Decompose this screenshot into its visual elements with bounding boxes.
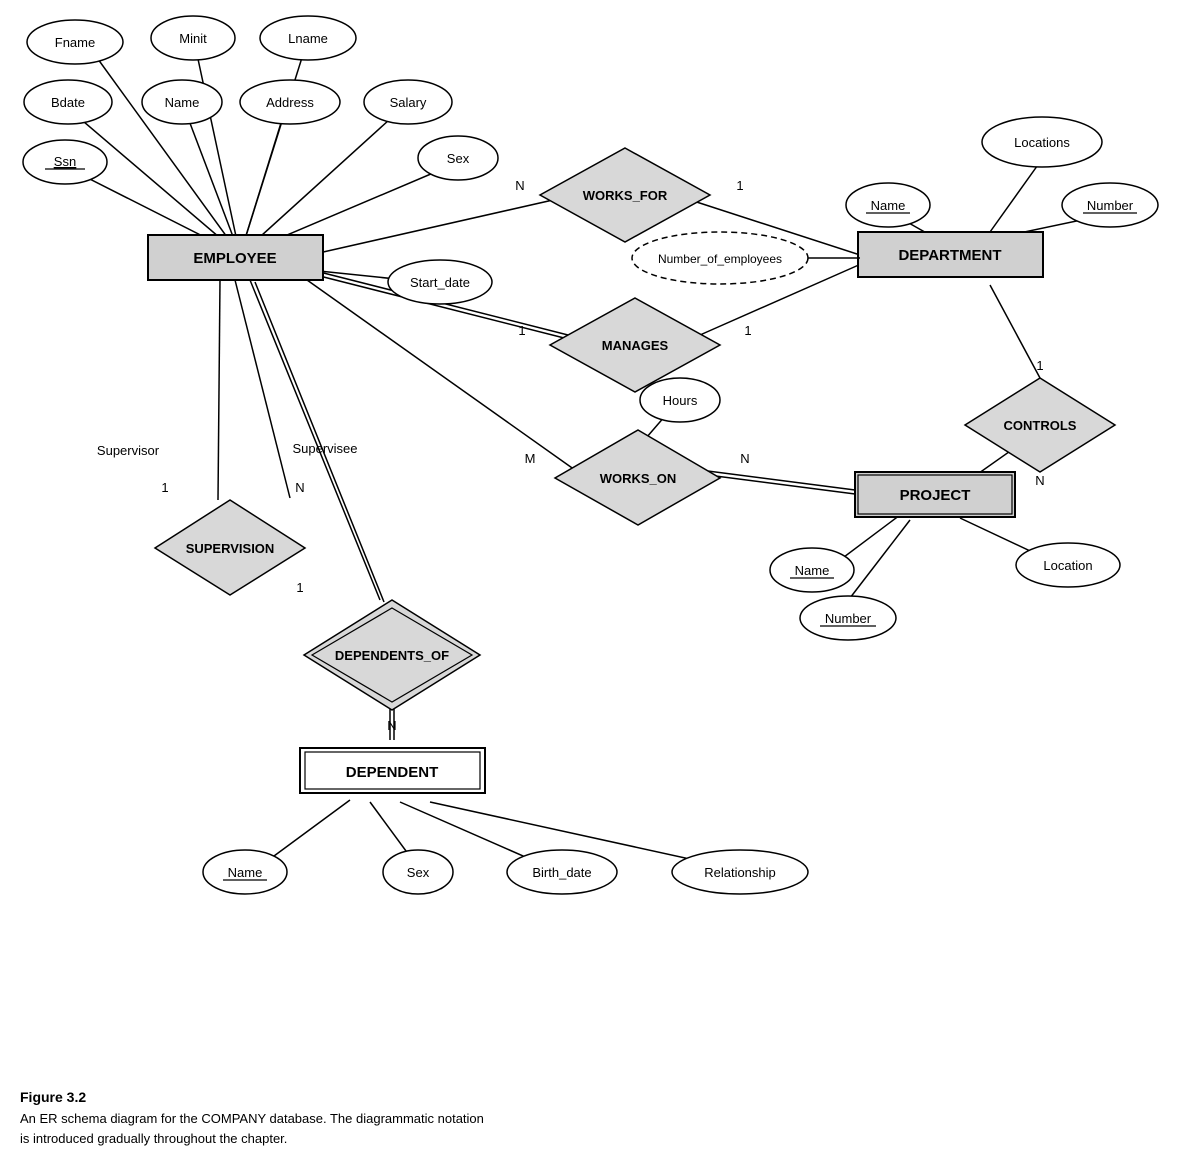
card-1-dependents: 1 [296,580,303,595]
card-1-manages-emp: 1 [518,323,525,338]
attr-hours: Hours [663,393,698,408]
attr-num-employees: Number_of_employees [658,252,782,266]
entity-employee: EMPLOYEE [193,250,276,267]
caption-line2: is introduced gradually throughout the c… [20,1129,720,1149]
attr-dept-name: Name [871,198,906,213]
card-1-controls: 1 [1036,358,1043,373]
card-n-works-for: N [515,178,524,193]
attr-start-date: Start_date [410,275,470,290]
attr-fname: Fname [55,35,95,50]
attr-proj-number: Number [825,611,872,626]
attr-dep-sex: Sex [407,865,430,880]
card-1-supervision: 1 [161,480,168,495]
attr-emp-name: Name [165,95,200,110]
card-1-manages-dept: 1 [744,323,751,338]
caption-title: Figure 3.2 [20,1089,720,1105]
card-n-works-on: N [740,451,749,466]
rel-works-for: WORKS_FOR [583,188,668,203]
attr-proj-location: Location [1043,558,1092,573]
attr-address: Address [266,95,314,110]
card-n-supervision: N [295,480,304,495]
rel-supervision: SUPERVISION [186,541,275,556]
attr-dep-relationship: Relationship [704,865,776,880]
rel-dependents-of: DEPENDENTS_OF [335,648,449,663]
attr-dep-birthdate: Birth_date [532,865,591,880]
attr-lname: Lname [288,31,328,46]
entity-dependent: DEPENDENT [346,764,439,781]
attr-minit: Minit [179,31,207,46]
attr-dept-number: Number [1087,198,1134,213]
rel-works-on: WORKS_ON [600,471,677,486]
attr-proj-name: Name [795,563,830,578]
er-diagram-svg: Fname Minit Lname Bdate Name Address Sal… [0,0,1201,1080]
card-m-works-on: M [525,451,536,466]
label-supervisee: Supervisee [292,441,357,456]
attr-ssn: Ssn [54,154,76,169]
card-n-dependents: N [387,718,396,733]
card-n-controls: N [1035,473,1044,488]
caption-line1: An ER schema diagram for the COMPANY dat… [20,1109,720,1129]
er-diagram-container: Fname Minit Lname Bdate Name Address Sal… [0,0,1201,1080]
attr-dep-name: Name [228,865,263,880]
entity-project: PROJECT [900,487,971,504]
attr-salary: Salary [390,95,427,110]
entity-department: DEPARTMENT [898,247,1001,264]
label-supervisor: Supervisor [97,443,160,458]
attr-locations: Locations [1014,135,1070,150]
attr-emp-sex: Sex [447,151,470,166]
attr-bdate: Bdate [51,95,85,110]
rel-controls: CONTROLS [1004,418,1077,433]
card-1-works-for: 1 [736,178,743,193]
figure-caption: Figure 3.2 An ER schema diagram for the … [20,1089,720,1148]
rel-manages: MANAGES [602,338,669,353]
